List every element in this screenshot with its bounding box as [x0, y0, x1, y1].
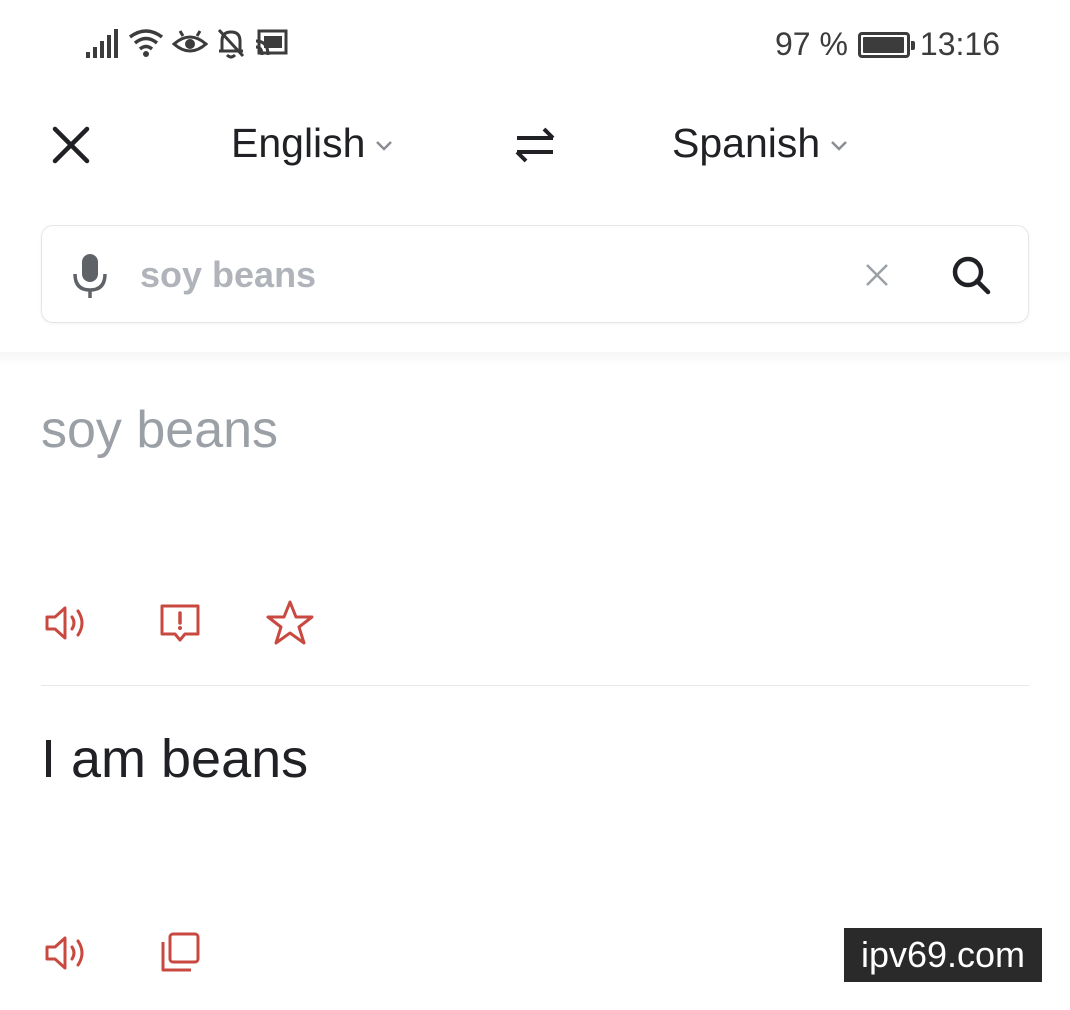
status-right: 97 % 13:16	[775, 26, 1000, 63]
cast-icon	[255, 29, 288, 56]
clock: 13:16	[919, 26, 1000, 62]
language-bar: English Spanish	[0, 100, 1070, 190]
battery-level-fill	[862, 36, 904, 53]
microphone-icon[interactable]	[72, 252, 108, 300]
translation-actions	[41, 928, 205, 978]
translation-text: I am beans	[41, 729, 309, 789]
speaker-icon[interactable]	[41, 598, 91, 648]
battery-percent: 97 %	[774, 26, 848, 62]
source-text: soy beans	[41, 401, 279, 459]
eye-icon	[172, 30, 208, 53]
search-icon[interactable]	[950, 254, 992, 296]
close-icon[interactable]	[48, 122, 94, 168]
chevron-down-icon	[831, 140, 848, 151]
status-bar: 97 % 13:16	[0, 0, 1070, 90]
result-divider	[41, 685, 1029, 686]
search-box	[41, 225, 1029, 323]
swap-languages-icon[interactable]	[512, 124, 558, 168]
battery-icon	[857, 31, 915, 58]
search-input[interactable]	[140, 248, 840, 302]
section-divider	[0, 352, 1070, 366]
bell-off-icon	[217, 28, 245, 59]
star-icon[interactable]	[265, 598, 315, 648]
wifi-icon	[128, 29, 164, 57]
chevron-down-icon	[376, 140, 393, 151]
copy-icon[interactable]	[155, 928, 205, 978]
clear-icon[interactable]	[864, 262, 890, 288]
target-language-selector[interactable]: Spanish	[672, 120, 848, 167]
speaker-icon[interactable]	[41, 928, 91, 978]
target-language-label: Spanish	[672, 120, 821, 166]
watermark: ipv69.com	[844, 928, 1042, 982]
source-language-selector[interactable]: English	[231, 120, 393, 167]
signal-icon	[86, 29, 118, 58]
report-icon[interactable]	[155, 598, 205, 648]
source-actions	[41, 598, 315, 648]
source-language-label: English	[231, 120, 366, 166]
status-icons	[86, 27, 288, 59]
